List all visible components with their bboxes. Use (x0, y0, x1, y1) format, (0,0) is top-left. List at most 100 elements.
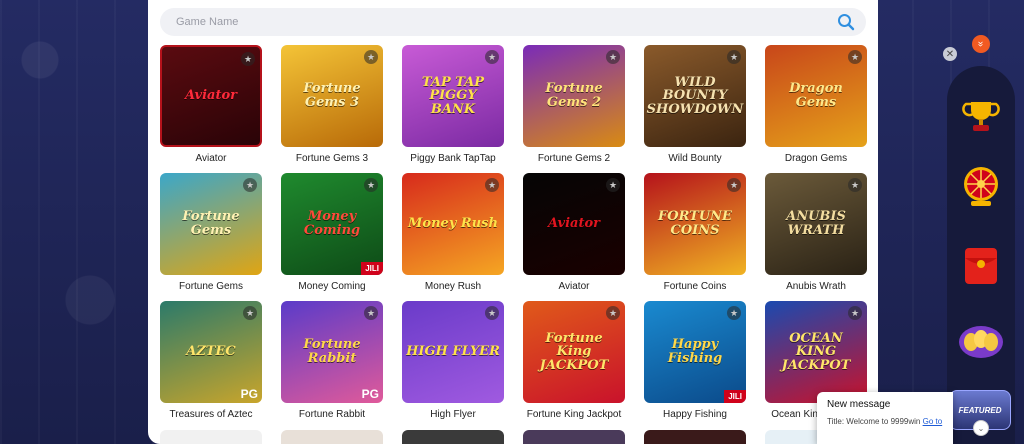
game-thumbnail[interactable]: FORTUNE COINS ★ (644, 173, 746, 275)
game-logo-art: AZTEC (186, 344, 236, 360)
favorite-star-icon[interactable]: ★ (848, 50, 862, 64)
game-thumbnail[interactable]: Fortune Rabbit ★ PG (281, 301, 383, 403)
game-name: Anubis Wrath (786, 280, 846, 292)
collapse-dock-button[interactable]: » (972, 35, 990, 53)
provider-badge: PG (361, 387, 379, 401)
game-tile[interactable]: Aviator ★ Aviator (160, 45, 262, 173)
game-thumbnail[interactable]: Aviator ★ (160, 45, 262, 147)
red-envelope-icon[interactable] (957, 242, 1005, 290)
favorite-star-icon[interactable]: ★ (848, 306, 862, 320)
provider-badge: JILI (724, 390, 746, 403)
favorite-star-icon[interactable]: ★ (364, 178, 378, 192)
game-thumbnail[interactable]: Fortune Gems ★ (160, 173, 262, 275)
game-name: Money Rush (424, 280, 482, 292)
trophy-icon[interactable] (957, 92, 1005, 140)
game-name: Fortune King Jackpot (526, 408, 622, 420)
side-dock (947, 66, 1015, 444)
game-list-panel: Aviator★AviatorFortune Gems 3★Fortune Ge… (148, 0, 878, 444)
favorite-star-icon[interactable]: ★ (727, 178, 741, 192)
game-thumbnail[interactable]: Aviator ★ (523, 173, 625, 275)
favorite-star-icon[interactable]: ★ (848, 178, 862, 192)
favorite-star-icon[interactable]: ★ (485, 306, 499, 320)
game-logo-art: Fortune Gems 2 (545, 81, 603, 110)
game-tile[interactable]: AZTEC ★ PG Treasures of Aztec (160, 301, 262, 429)
game-logo-art: HIGH FLYER (406, 344, 500, 360)
favorite-star-icon[interactable]: ★ (485, 178, 499, 192)
game-thumbnail[interactable]: TAP TAP PIGGY BANK ★ (402, 45, 504, 147)
game-name: Aviator (195, 152, 227, 164)
game-logo-art: FORTUNE COINS (658, 209, 732, 238)
game-thumbnail[interactable]: AZTEC ★ PG (160, 301, 262, 403)
favorite-star-icon[interactable]: ★ (727, 306, 741, 320)
game-tile-partial[interactable] (402, 430, 504, 444)
favorite-star-icon[interactable]: ★ (606, 50, 620, 64)
game-tile[interactable]: Fortune Gems ★ Fortune Gems (160, 173, 262, 301)
game-name: Treasures of Aztec (169, 408, 253, 420)
favorite-star-icon[interactable]: ★ (241, 52, 255, 66)
game-tile-partial[interactable] (160, 430, 262, 444)
game-tile[interactable]: Fortune Gems 3 ★ Fortune Gems 3 (281, 45, 383, 173)
game-tile[interactable]: Money Rush ★ Money Rush (402, 173, 504, 301)
favorite-star-icon[interactable]: ★ (485, 50, 499, 64)
lucky-wheel-icon[interactable] (957, 162, 1005, 210)
favorite-star-icon[interactable]: ★ (727, 50, 741, 64)
game-logo-art: Money Coming (303, 209, 361, 238)
game-tile[interactable]: ANUBIS WRATH ★ Anubis Wrath (765, 173, 867, 301)
game-name: High Flyer (430, 408, 476, 420)
game-thumbnail[interactable]: HIGH FLYER ★ (402, 301, 504, 403)
game-thumbnail[interactable]: ANUBIS WRATH ★ (765, 173, 867, 275)
game-tile[interactable]: Fortune King JACKPOT ★ Fortune King Jackpo… (523, 301, 625, 429)
game-logo-art: Fortune Gems 3 (303, 81, 361, 110)
game-thumbnail[interactable]: Fortune Gems 2 ★ (523, 45, 625, 147)
game-thumbnail[interactable]: Dragon Gems ★ (765, 45, 867, 147)
game-grid: Aviator ★ Aviator Fortune Gems 3 ★ Fortune Ge… (160, 45, 867, 429)
favorite-star-icon[interactable]: ★ (606, 178, 620, 192)
game-thumbnail[interactable]: Money Coming ★ JILI (281, 173, 383, 275)
game-name: Money Coming (298, 280, 366, 292)
message-toast: New message Title: Welcome to 9999win Go… (817, 392, 953, 444)
game-logo-art: Aviator (548, 216, 600, 232)
game-name: Fortune Gems 3 (295, 152, 369, 164)
game-tile[interactable]: Dragon Gems ★ Dragon Gems (765, 45, 867, 173)
favorite-star-icon[interactable]: ★ (364, 306, 378, 320)
game-tile-partial[interactable] (644, 430, 746, 444)
game-name: Happy Fishing (663, 408, 727, 420)
search-bar (160, 8, 866, 36)
game-thumbnail[interactable]: WILD BOUNTY SHOWDOWN ★ (644, 45, 746, 147)
favorite-star-icon[interactable]: ★ (243, 178, 257, 192)
game-name: Fortune Coins (663, 280, 727, 292)
game-thumbnail[interactable]: Fortune King JACKPOT ★ (523, 301, 625, 403)
favorite-star-icon[interactable]: ★ (243, 306, 257, 320)
game-tile[interactable]: HIGH FLYER ★ High Flyer (402, 301, 504, 429)
toast-body: Title: Welcome to 9999win Go to (827, 417, 943, 426)
favorite-star-icon[interactable]: ★ (606, 306, 620, 320)
game-thumbnail[interactable]: Happy Fishing ★ JILI (644, 301, 746, 403)
game-logo-art: Happy Fishing (667, 337, 723, 366)
next-row-preview (160, 430, 867, 444)
game-tile[interactable]: TAP TAP PIGGY BANK ★ Piggy Bank TapTap (402, 45, 504, 173)
game-thumbnail[interactable]: OCEAN KING JACKPOT ★ (765, 301, 867, 403)
game-thumbnail[interactable]: Fortune Gems 3 ★ (281, 45, 383, 147)
golden-eggs-icon[interactable] (957, 314, 1005, 362)
game-name: Fortune Gems 2 (537, 152, 611, 164)
game-tile[interactable]: Happy Fishing ★ JILI Happy Fishing (644, 301, 746, 429)
game-tile[interactable]: Fortune Gems 2 ★ Fortune Gems 2 (523, 45, 625, 173)
close-dock-button[interactable]: ✕ (943, 47, 957, 61)
provider-badge: JILI (361, 262, 383, 275)
game-tile-partial[interactable] (523, 430, 625, 444)
game-tile[interactable]: Fortune Rabbit ★ PG Fortune Rabbit (281, 301, 383, 429)
game-tile[interactable]: FORTUNE COINS ★ Fortune Coins (644, 173, 746, 301)
search-icon[interactable] (836, 12, 856, 32)
favorite-star-icon[interactable]: ★ (364, 50, 378, 64)
game-tile[interactable]: Money Coming ★ JILI Money Coming (281, 173, 383, 301)
game-tile[interactable]: Aviator ★ Aviator (523, 173, 625, 301)
game-tile[interactable]: WILD BOUNTY SHOWDOWN ★ Wild Bounty (644, 45, 746, 173)
game-tile-partial[interactable] (281, 430, 383, 444)
game-name: Wild Bounty (668, 152, 722, 164)
toast-title: New message (827, 399, 891, 410)
search-input[interactable] (176, 16, 836, 28)
game-name: Dragon Gems (784, 152, 848, 164)
game-thumbnail[interactable]: Money Rush ★ (402, 173, 504, 275)
chevron-down-icon[interactable]: ⌄ (973, 420, 989, 436)
toast-go-to-link[interactable]: Go to (923, 417, 943, 426)
